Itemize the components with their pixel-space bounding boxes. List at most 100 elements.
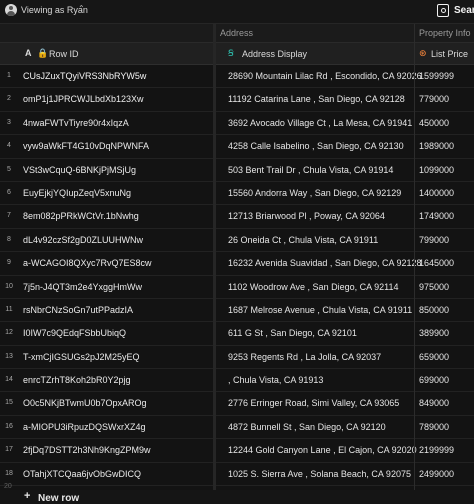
cell-address-display[interactable]: 3692 Avocado Village Ct , La Mesa, CA 91…: [228, 118, 412, 128]
cell-row-id[interactable]: dL4v92czSf2gD0ZLUUHWNw: [23, 235, 143, 245]
avatar-head-icon: [9, 6, 13, 10]
row-number: 3: [7, 118, 11, 126]
table-row[interactable]: 15 O0c5NKjBTwmU0b7OpxAROg 2776 Erringer Ro…: [0, 392, 474, 416]
row-number: 6: [7, 188, 11, 196]
row-number: 15: [5, 399, 13, 407]
cell-list-price[interactable]: 789000: [419, 422, 449, 432]
cell-address-display[interactable]: 16232 Avenida Suavidad , San Diego, CA 9…: [228, 258, 422, 268]
cell-row-id[interactable]: 7j5n-J4QT3m2e4YxggHmWw: [23, 282, 142, 292]
row-number: 4: [7, 142, 11, 150]
table-row[interactable]: 3 4nwaFWTvTiyre90r4xIqzA 3692 Avocado Vill…: [0, 111, 474, 136]
table-row[interactable]: 1 CUsJZuxTQyiVRS3NbRYW5w 28690 Mountain Li…: [0, 65, 474, 89]
cell-address-display[interactable]: 15560 Andorra Way , San Diego, CA 92129: [228, 188, 401, 198]
column-header-row-id[interactable]: A 🔒 Row ID: [0, 43, 216, 65]
cell-row-id[interactable]: I0IW7c9QEdqFSbbUbiqQ: [23, 328, 126, 338]
cell-row-id[interactable]: rsNbrCNzSoGn7utPPadzIA: [23, 305, 133, 315]
cell-row-id[interactable]: CUsJZuxTQyiVRS3NbRYW5w: [23, 71, 146, 81]
cell-address-display[interactable]: 9253 Regents Rd , La Jolla, CA 92037: [228, 352, 381, 362]
row-number: 9: [7, 259, 11, 267]
table-row[interactable]: 14 enrcTZrhT8Koh2bR0Y2pjg , Chula Vista, C…: [0, 369, 474, 393]
cell-row-id[interactable]: vyw9aWkFT4G10vDqNPWNFA: [23, 141, 149, 151]
cell-list-price[interactable]: 389900: [419, 328, 449, 338]
cell-list-price[interactable]: 1099000: [419, 165, 454, 175]
formula-type-icon: Ꞩ: [228, 48, 234, 58]
row-number: 10: [5, 282, 13, 290]
cell-list-price[interactable]: 975000: [419, 282, 449, 292]
table-row[interactable]: 10 7j5n-J4QT3m2e4YxggHmWw 1102 Woodrow Ave…: [0, 275, 474, 299]
cell-address-display[interactable]: 1102 Woodrow Ave , San Diego, CA 92114: [228, 282, 398, 292]
cell-address-display[interactable]: 1025 S. Sierra Ave , Solana Beach, CA 92…: [228, 469, 411, 479]
cell-row-id[interactable]: a-MIOPU3iRpuzDQSWxrXZ4g: [23, 422, 146, 432]
cell-list-price[interactable]: 1749000: [419, 211, 454, 221]
cell-list-price[interactable]: 2499000: [419, 469, 454, 479]
row-number: 16: [5, 422, 13, 430]
cell-list-price[interactable]: 659000: [419, 352, 449, 362]
cell-address-display[interactable]: 503 Bent Trail Dr , Chula Vista, CA 9191…: [228, 165, 393, 175]
table-row[interactable]: 11 rsNbrCNzSoGn7utPPadzIA 1687 Melrose Ave…: [0, 298, 474, 323]
table-row[interactable]: 12 I0IW7c9QEdqFSbbUbiqQ 611 G St , San Die…: [0, 322, 474, 346]
cell-address-display[interactable]: 28690 Mountain Lilac Rd , Escondido, CA …: [228, 71, 422, 81]
cell-list-price[interactable]: 849000: [419, 398, 449, 408]
cell-address-display[interactable]: 4872 Bunnell St , San Diego, CA 92120: [228, 422, 386, 432]
cell-address-display[interactable]: 2776 Erringer Road, Simi Valley, CA 9306…: [228, 398, 399, 408]
cell-list-price[interactable]: 1400000: [419, 188, 454, 198]
cell-row-id[interactable]: VSt3wCquQ-6BNKjPjMSjUg: [23, 165, 136, 175]
avatar[interactable]: [5, 4, 17, 16]
cell-list-price[interactable]: 2199999: [419, 445, 454, 455]
table-row[interactable]: 4 vyw9aWkFT4G10vDqNPWNFA 4258 Calle Isabel…: [0, 135, 474, 159]
table-row[interactable]: 16 a-MIOPU3iRpuzDQSWxrXZ4g 4872 Bunnell St…: [0, 415, 474, 440]
cell-address-display[interactable]: 12713 Briarwood Pl , Poway, CA 92064: [228, 211, 385, 221]
cell-row-id[interactable]: OTahjXTCQaa6jvObGwDICQ: [23, 469, 141, 479]
new-row-button[interactable]: New row: [38, 493, 79, 504]
table-row[interactable]: 7 8em082pPRkWCtVr.1bNwhg 12713 Briarwood P…: [0, 205, 474, 229]
column-divider: [414, 24, 415, 504]
group-header-address-label: Address: [220, 28, 254, 38]
row-number: 18: [5, 469, 13, 477]
cell-list-price[interactable]: 850000: [419, 305, 449, 315]
cell-list-price[interactable]: 1599999: [419, 71, 454, 81]
cell-row-id[interactable]: 2fjDq7DSTT2h3Nh9KngZPM9w: [23, 445, 151, 455]
table-row[interactable]: 17 2fjDq7DSTT2h3Nh9KngZPM9w 12244 Gold Can…: [0, 439, 474, 463]
frozen-column-divider[interactable]: [213, 24, 216, 504]
column-header-address-label: Address Display: [242, 49, 308, 59]
table-row[interactable]: 8 dL4v92czSf2gD0ZLUUHWNw 26 Oneida Ct , Ch…: [0, 228, 474, 253]
cell-row-id[interactable]: O0c5NKjBTwmU0b7OpxAROg: [23, 398, 147, 408]
cell-address-display[interactable]: 12244 Gold Canyon Lane , El Cajon, CA 92…: [228, 445, 417, 455]
cell-list-price[interactable]: 1989000: [419, 141, 454, 151]
row-number: 7: [7, 212, 11, 220]
table-row[interactable]: 6 EuyEjkjYQIupZeqV5xnuNg 15560 Andorra Way…: [0, 181, 474, 206]
cell-address-display[interactable]: 1687 Melrose Avenue , Chula Vista, CA 91…: [228, 305, 412, 315]
table-row[interactable]: 9 a-WCAGOI8QXyc7RvQ7ES8cw 16232 Avenida Su…: [0, 252, 474, 276]
column-header-list-price[interactable]: ⊛ List Price: [415, 43, 474, 65]
cell-address-display[interactable]: , Chula Vista, CA 91913: [228, 375, 323, 385]
plus-icon[interactable]: +: [24, 490, 30, 502]
cell-list-price[interactable]: 699000: [419, 375, 449, 385]
column-header-address-display[interactable]: Ꞩ Address Display: [216, 43, 414, 65]
cell-row-id[interactable]: enrcTZrhT8Koh2bR0Y2pjg: [23, 375, 131, 385]
row-number: 2: [7, 95, 11, 103]
table-row[interactable]: 13 T-xmCjIGSUGs2pJ2M25yEQ 9253 Regents Rd …: [0, 345, 474, 370]
new-row-bar: + New row: [0, 490, 474, 504]
column-header-price-label: List Price: [431, 49, 469, 59]
column-header-row-id-label: Row ID: [49, 49, 79, 59]
cell-address-display[interactable]: 26 Oneida Ct , Chula Vista, CA 91911: [228, 235, 378, 245]
cell-row-id[interactable]: 8em082pPRkWCtVr.1bNwhg: [23, 211, 139, 221]
table-row[interactable]: 2 omP1j1JPRCWJLbdXb123Xw 11192 Catarina La…: [0, 88, 474, 112]
table-row[interactable]: 5 VSt3wCquQ-6BNKjPjMSjUg 503 Bent Trail Dr…: [0, 158, 474, 182]
chevron-updown-icon[interactable]: ⌃: [78, 4, 85, 13]
cell-row-id[interactable]: 4nwaFWTvTiyre90r4xIqzA: [23, 118, 129, 128]
cell-list-price[interactable]: 450000: [419, 118, 449, 128]
search-button[interactable]: Sear: [437, 3, 474, 21]
cell-address-display[interactable]: 611 G St , San Diego, CA 92101: [228, 328, 357, 338]
cell-row-id[interactable]: EuyEjkjYQIupZeqV5xnuNg: [23, 188, 131, 198]
group-header-property-info: Property Info: [415, 24, 474, 43]
cell-list-price[interactable]: 779000: [419, 94, 449, 104]
cell-address-display[interactable]: 11192 Catarina Lane , San Diego, CA 9212…: [228, 94, 405, 104]
cell-address-display[interactable]: 4258 Calle Isabelino , San Diego, CA 921…: [228, 141, 404, 151]
cell-list-price[interactable]: 799000: [419, 235, 449, 245]
cell-row-id[interactable]: omP1j1JPRCWJLbdXb123Xw: [23, 94, 144, 104]
cell-list-price[interactable]: 1645000: [419, 258, 454, 268]
row-number: 1: [7, 72, 11, 79]
cell-row-id[interactable]: T-xmCjIGSUGs2pJ2M25yEQ: [23, 352, 140, 362]
cell-row-id[interactable]: a-WCAGOI8QXyc7RvQ7ES8cw: [23, 258, 152, 268]
